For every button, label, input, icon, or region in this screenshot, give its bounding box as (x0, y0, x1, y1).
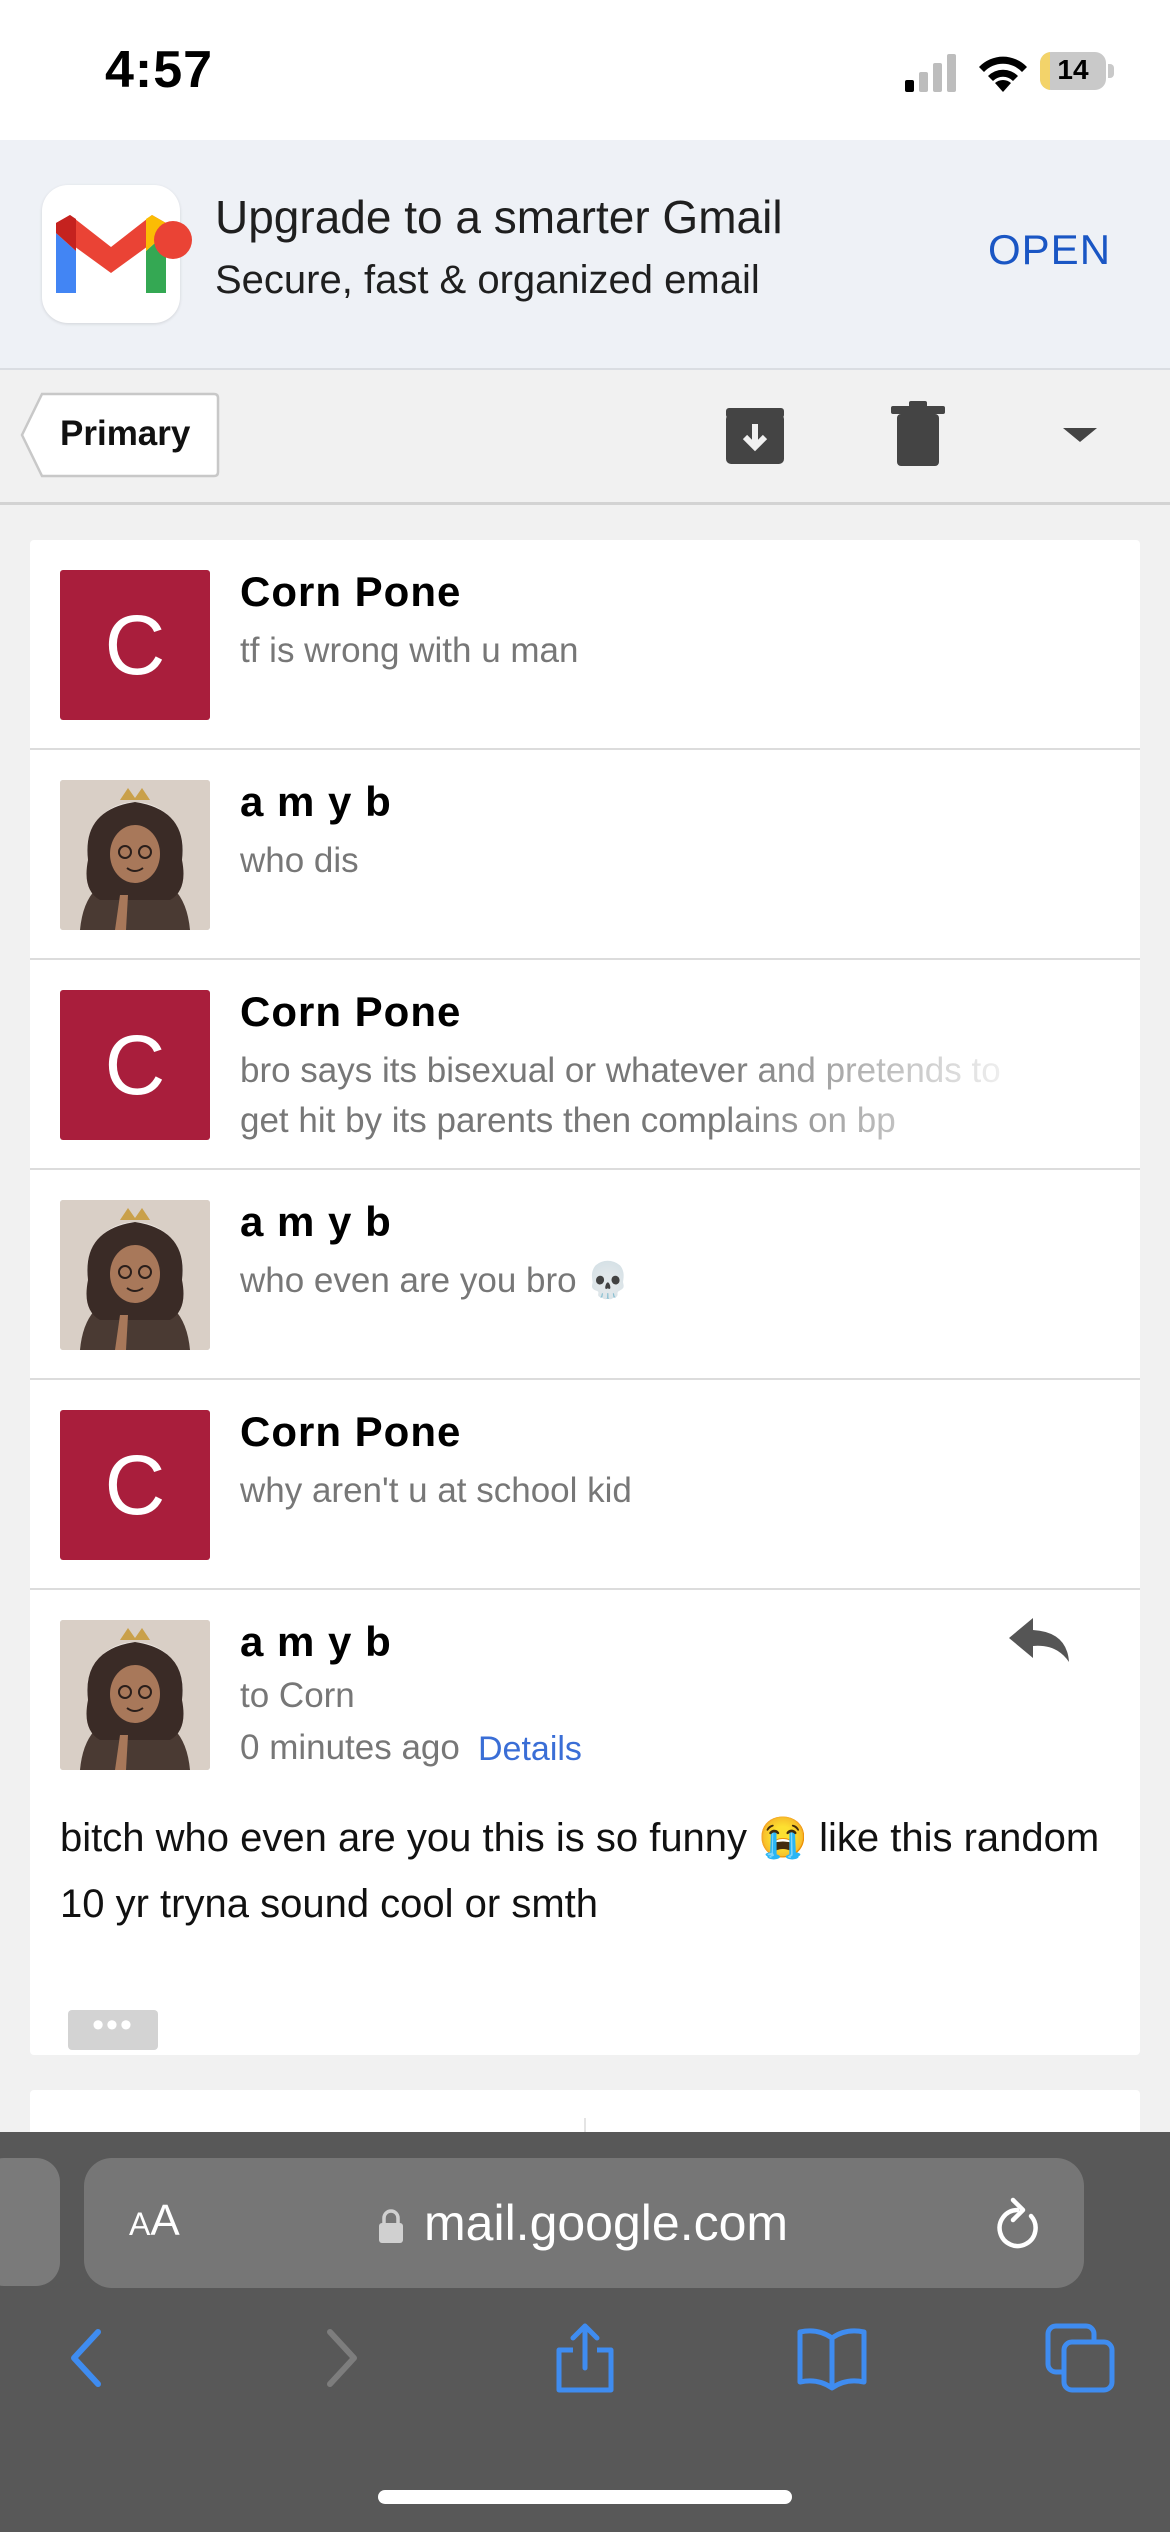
illustrated-avatar-image (60, 1200, 210, 1350)
message-snippet: who dis (240, 841, 359, 880)
message-row[interactable]: a m y b who even are you bro 💀 (30, 1170, 1140, 1380)
back-to-primary-button[interactable]: Primary (20, 392, 220, 478)
notification-dot (154, 221, 192, 259)
sender-name: Corn Pone (240, 988, 462, 1035)
show-trimmed-content-button[interactable]: ••• (68, 2008, 158, 2050)
text-size-large-a: A (150, 2196, 180, 2245)
text-size-small-a: A (129, 2206, 151, 2242)
illustrated-avatar-image (60, 1620, 210, 1770)
previous-tab-preview[interactable] (0, 2158, 60, 2286)
expanded-message: a m y b to Corn 0 minutes ago Details bi… (30, 1590, 1140, 2055)
sender-name: a m y b (240, 1618, 392, 1665)
dropdown-caret-icon[interactable] (1045, 400, 1115, 470)
tabs-icon[interactable] (1044, 2322, 1116, 2394)
sender-name: Corn Pone (240, 1408, 462, 1455)
reply-icon[interactable] (1005, 1610, 1075, 1670)
url-text: mail.google.com (424, 2195, 789, 2251)
safari-toolbar: AA mail.google.com (0, 2132, 1170, 2532)
recipient-line: to Corn (240, 1676, 355, 1715)
back-chip-label: Primary (60, 414, 191, 453)
message-row[interactable]: C Corn Pone why aren't u at school kid (30, 1380, 1140, 1590)
thread-card: C Corn Pone tf is wrong with u man a m y… (30, 540, 1140, 2055)
gmail-logo-icon[interactable] (42, 185, 192, 323)
forward-icon[interactable] (304, 2322, 376, 2394)
home-indicator[interactable] (378, 2490, 792, 2504)
avatar: C (60, 570, 210, 720)
trash-icon[interactable] (883, 400, 953, 470)
message-time: 0 minutes ago (240, 1728, 460, 1767)
share-icon[interactable] (549, 2322, 621, 2394)
status-bar: 4:57 14 (0, 0, 1170, 140)
bookmarks-icon[interactable] (796, 2322, 868, 2394)
avatar: C (60, 1410, 210, 1560)
banner-subtitle: Secure, fast & organized email (215, 258, 760, 302)
sender-name: a m y b (240, 1198, 392, 1245)
message-row[interactable]: C Corn Pone tf is wrong with u man (30, 540, 1140, 750)
text-size-button[interactable]: AA (129, 2196, 180, 2246)
avatar (60, 1620, 210, 1770)
cellular-signal-icon (905, 54, 956, 92)
lock-icon (379, 2209, 403, 2243)
open-app-button[interactable]: OPEN (988, 226, 1111, 274)
message-body: bitch who even are you this is so funny … (60, 1816, 1100, 1926)
reload-icon[interactable] (989, 2194, 1045, 2254)
message-row[interactable]: a m y b who dis (30, 750, 1140, 960)
message-snippet: who even are you bro 💀 (240, 1261, 630, 1300)
thread-toolbar: Primary (0, 370, 1170, 505)
avatar (60, 780, 210, 930)
illustrated-avatar-image (60, 780, 210, 930)
message-snippet: why aren't u at school kid (240, 1471, 632, 1510)
address-bar[interactable]: AA mail.google.com (84, 2158, 1084, 2288)
back-icon[interactable] (52, 2322, 124, 2394)
archive-icon[interactable] (720, 400, 790, 470)
message-snippet: tf is wrong with u man (240, 631, 579, 670)
wifi-icon (979, 56, 1027, 92)
message-snippet: bro says its bisexual or whatever and pr… (240, 1051, 1001, 1140)
message-row[interactable]: C Corn Pone bro says its bisexual or wha… (30, 960, 1140, 1170)
app-upgrade-banner: Upgrade to a smarter Gmail Secure, fast … (0, 140, 1170, 370)
battery-charging-icon: 14 (1040, 52, 1114, 92)
battery-level: 14 (1057, 54, 1089, 85)
sender-name: Corn Pone (240, 568, 462, 615)
avatar (60, 1200, 210, 1350)
banner-title: Upgrade to a smarter Gmail (215, 191, 783, 243)
sender-name: a m y b (240, 778, 392, 825)
status-time: 4:57 (105, 41, 214, 99)
avatar: C (60, 990, 210, 1140)
details-link[interactable]: Details (478, 1730, 582, 1769)
